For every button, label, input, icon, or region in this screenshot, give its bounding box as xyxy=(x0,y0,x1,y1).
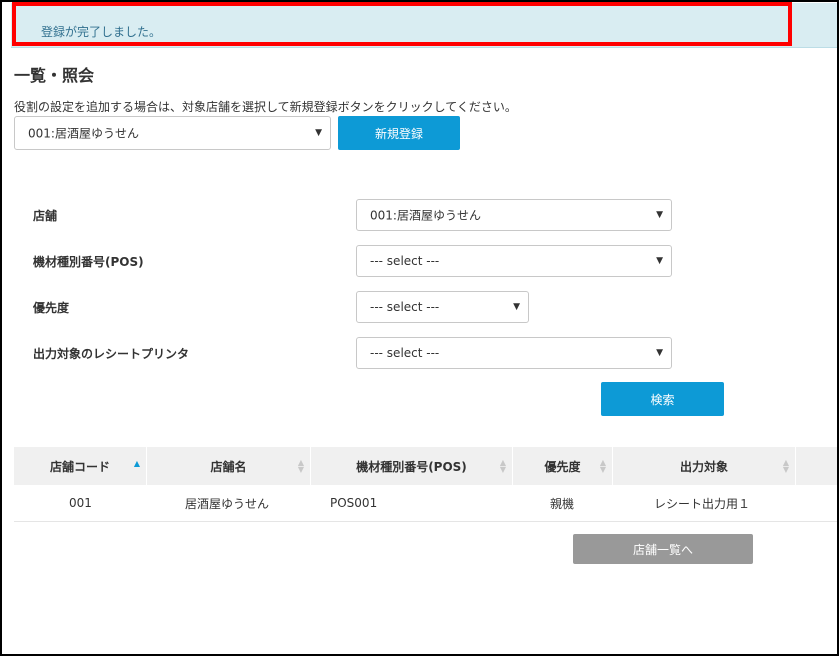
highlight-annotation xyxy=(12,2,792,46)
caret-down-icon: ▼ xyxy=(656,256,663,266)
store-select-value: 001:居酒屋ゆうせん xyxy=(370,208,481,223)
column-header-label: 機材種別番号(POS) xyxy=(356,459,467,474)
priority-label: 優先度 xyxy=(33,301,70,315)
sort-icon: ▲ ▼ xyxy=(782,458,789,474)
sort-icon: ▲ ▼ xyxy=(599,458,606,474)
cell-priority: 親機 xyxy=(550,496,575,511)
back-to-store-list-button[interactable]: 店舗一覧へ xyxy=(573,534,753,564)
cell-store-name: 居酒屋ゆうせん xyxy=(185,496,270,511)
table-row[interactable]: 001 居酒屋ゆうせん POS001 親機 レシート出力用１ xyxy=(14,485,837,522)
device-type-label: 機材種別番号(POS) xyxy=(33,255,144,269)
caret-down-icon: ▼ xyxy=(513,302,520,312)
sort-icon: ▲ ▼ xyxy=(297,458,304,474)
column-header-label: 店舗コード xyxy=(49,459,110,474)
caret-down-icon: ▼ xyxy=(315,128,322,138)
column-header-label: 店舗名 xyxy=(210,459,247,474)
priority-select-value: --- select --- xyxy=(370,300,440,314)
sort-icon: ▲ ▼ xyxy=(499,458,506,474)
priority-select[interactable]: --- select --- ▼ xyxy=(356,291,529,323)
table-header: 店舗コード ▲ 店舗名 ▲ ▼ 機材種別番号(POS) ▲ ▼ 優先度 ▲ ▼ 出力対… xyxy=(14,447,837,485)
device-type-select-value: --- select --- xyxy=(370,254,440,268)
page-title: 一覧・照会 xyxy=(14,66,95,85)
store-select-top[interactable]: 001:居酒屋ゆうせん ▼ xyxy=(14,116,331,150)
device-type-select[interactable]: --- select --- ▼ xyxy=(356,245,672,277)
store-label: 店舗 xyxy=(33,209,58,223)
column-header-priority[interactable]: 優先度 ▲ ▼ xyxy=(513,447,613,485)
column-header-device-type[interactable]: 機材種別番号(POS) ▲ ▼ xyxy=(311,447,513,485)
store-select[interactable]: 001:居酒屋ゆうせん ▼ xyxy=(356,199,672,231)
sort-asc-icon: ▲ xyxy=(133,459,140,468)
caret-down-icon: ▼ xyxy=(656,210,663,220)
receipt-printer-label: 出力対象のレシートプリンタ xyxy=(33,347,190,361)
caret-down-icon: ▼ xyxy=(656,348,663,358)
store-select-top-value: 001:居酒屋ゆうせん xyxy=(28,126,139,141)
receipt-printer-select-value: --- select --- xyxy=(370,346,440,360)
new-register-button[interactable]: 新規登録 xyxy=(338,116,460,150)
column-header-store-name[interactable]: 店舗名 ▲ ▼ xyxy=(147,447,311,485)
cell-store-code: 001 xyxy=(69,496,92,510)
column-header-label: 出力対象 xyxy=(679,459,728,474)
column-header-label: 優先度 xyxy=(544,459,581,474)
column-header-store-code[interactable]: 店舗コード ▲ xyxy=(14,447,147,485)
column-header-output-target[interactable]: 出力対象 ▲ ▼ xyxy=(613,447,796,485)
search-button[interactable]: 検索 xyxy=(601,382,724,416)
cell-device-type: POS001 xyxy=(330,496,378,510)
cell-output-target: レシート出力用１ xyxy=(654,496,751,511)
help-text: 役割の設定を追加する場合は、対象店舗を選択して新規登録ボタンをクリックしてくださ… xyxy=(14,100,517,114)
receipt-printer-select[interactable]: --- select --- ▼ xyxy=(356,337,672,369)
